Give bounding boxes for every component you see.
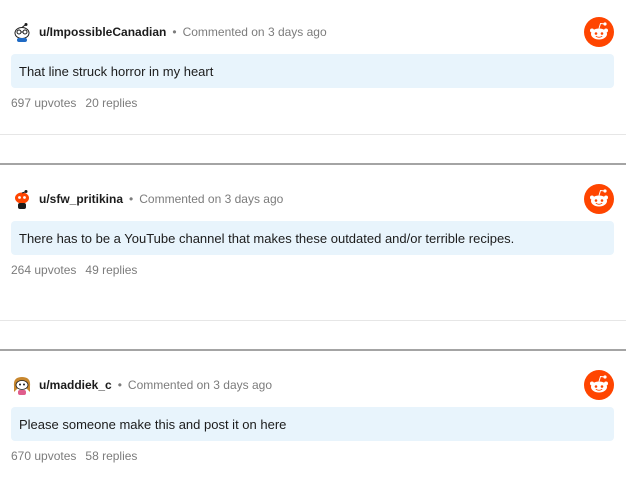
- reddit-logo-icon[interactable]: [584, 17, 614, 47]
- upvote-count: 264 upvotes: [11, 263, 77, 277]
- reply-count[interactable]: 49 replies: [85, 263, 137, 277]
- snoo-avatar-red-icon[interactable]: [11, 188, 33, 210]
- separator-dot: •: [117, 378, 122, 392]
- comment-body: There has to be a YouTube channel that m…: [11, 221, 614, 255]
- snoo-avatar-hair-icon[interactable]: [11, 374, 33, 396]
- comment-author[interactable]: u/maddiek_c: [39, 378, 112, 392]
- divider: [0, 134, 626, 135]
- comment-stats: 697 upvotes 20 replies: [11, 96, 137, 110]
- reddit-logo-icon[interactable]: [584, 184, 614, 214]
- divider: [0, 163, 626, 165]
- comment-timestamp: Commented on 3 days ago: [182, 25, 327, 39]
- comment-author[interactable]: u/sfw_pritikina: [39, 192, 123, 206]
- comment-body: Please someone make this and post it on …: [11, 407, 614, 441]
- comment-stats: 670 upvotes 58 replies: [11, 449, 137, 463]
- comment-author[interactable]: u/ImpossibleCanadian: [39, 25, 166, 39]
- comment-header: u/maddiek_c • Commented on 3 days ago: [11, 373, 272, 397]
- divider: [0, 349, 626, 351]
- comment-timestamp: Commented on 3 days ago: [127, 378, 272, 392]
- comment-header: u/sfw_pritikina • Commented on 3 days ag…: [11, 187, 283, 211]
- comment-body: That line struck horror in my heart: [11, 54, 614, 88]
- snoo-avatar-glasses-icon[interactable]: [11, 21, 33, 43]
- upvote-count: 697 upvotes: [11, 96, 77, 110]
- comment-stats: 264 upvotes 49 replies: [11, 263, 137, 277]
- separator-dot: •: [172, 25, 177, 39]
- reply-count[interactable]: 58 replies: [85, 449, 137, 463]
- separator-dot: •: [129, 192, 134, 206]
- comment-timestamp: Commented on 3 days ago: [139, 192, 284, 206]
- reddit-logo-icon[interactable]: [584, 370, 614, 400]
- divider: [0, 320, 626, 321]
- upvote-count: 670 upvotes: [11, 449, 77, 463]
- comment-header: u/ImpossibleCanadian • Commented on 3 da…: [11, 20, 327, 44]
- reply-count[interactable]: 20 replies: [85, 96, 137, 110]
